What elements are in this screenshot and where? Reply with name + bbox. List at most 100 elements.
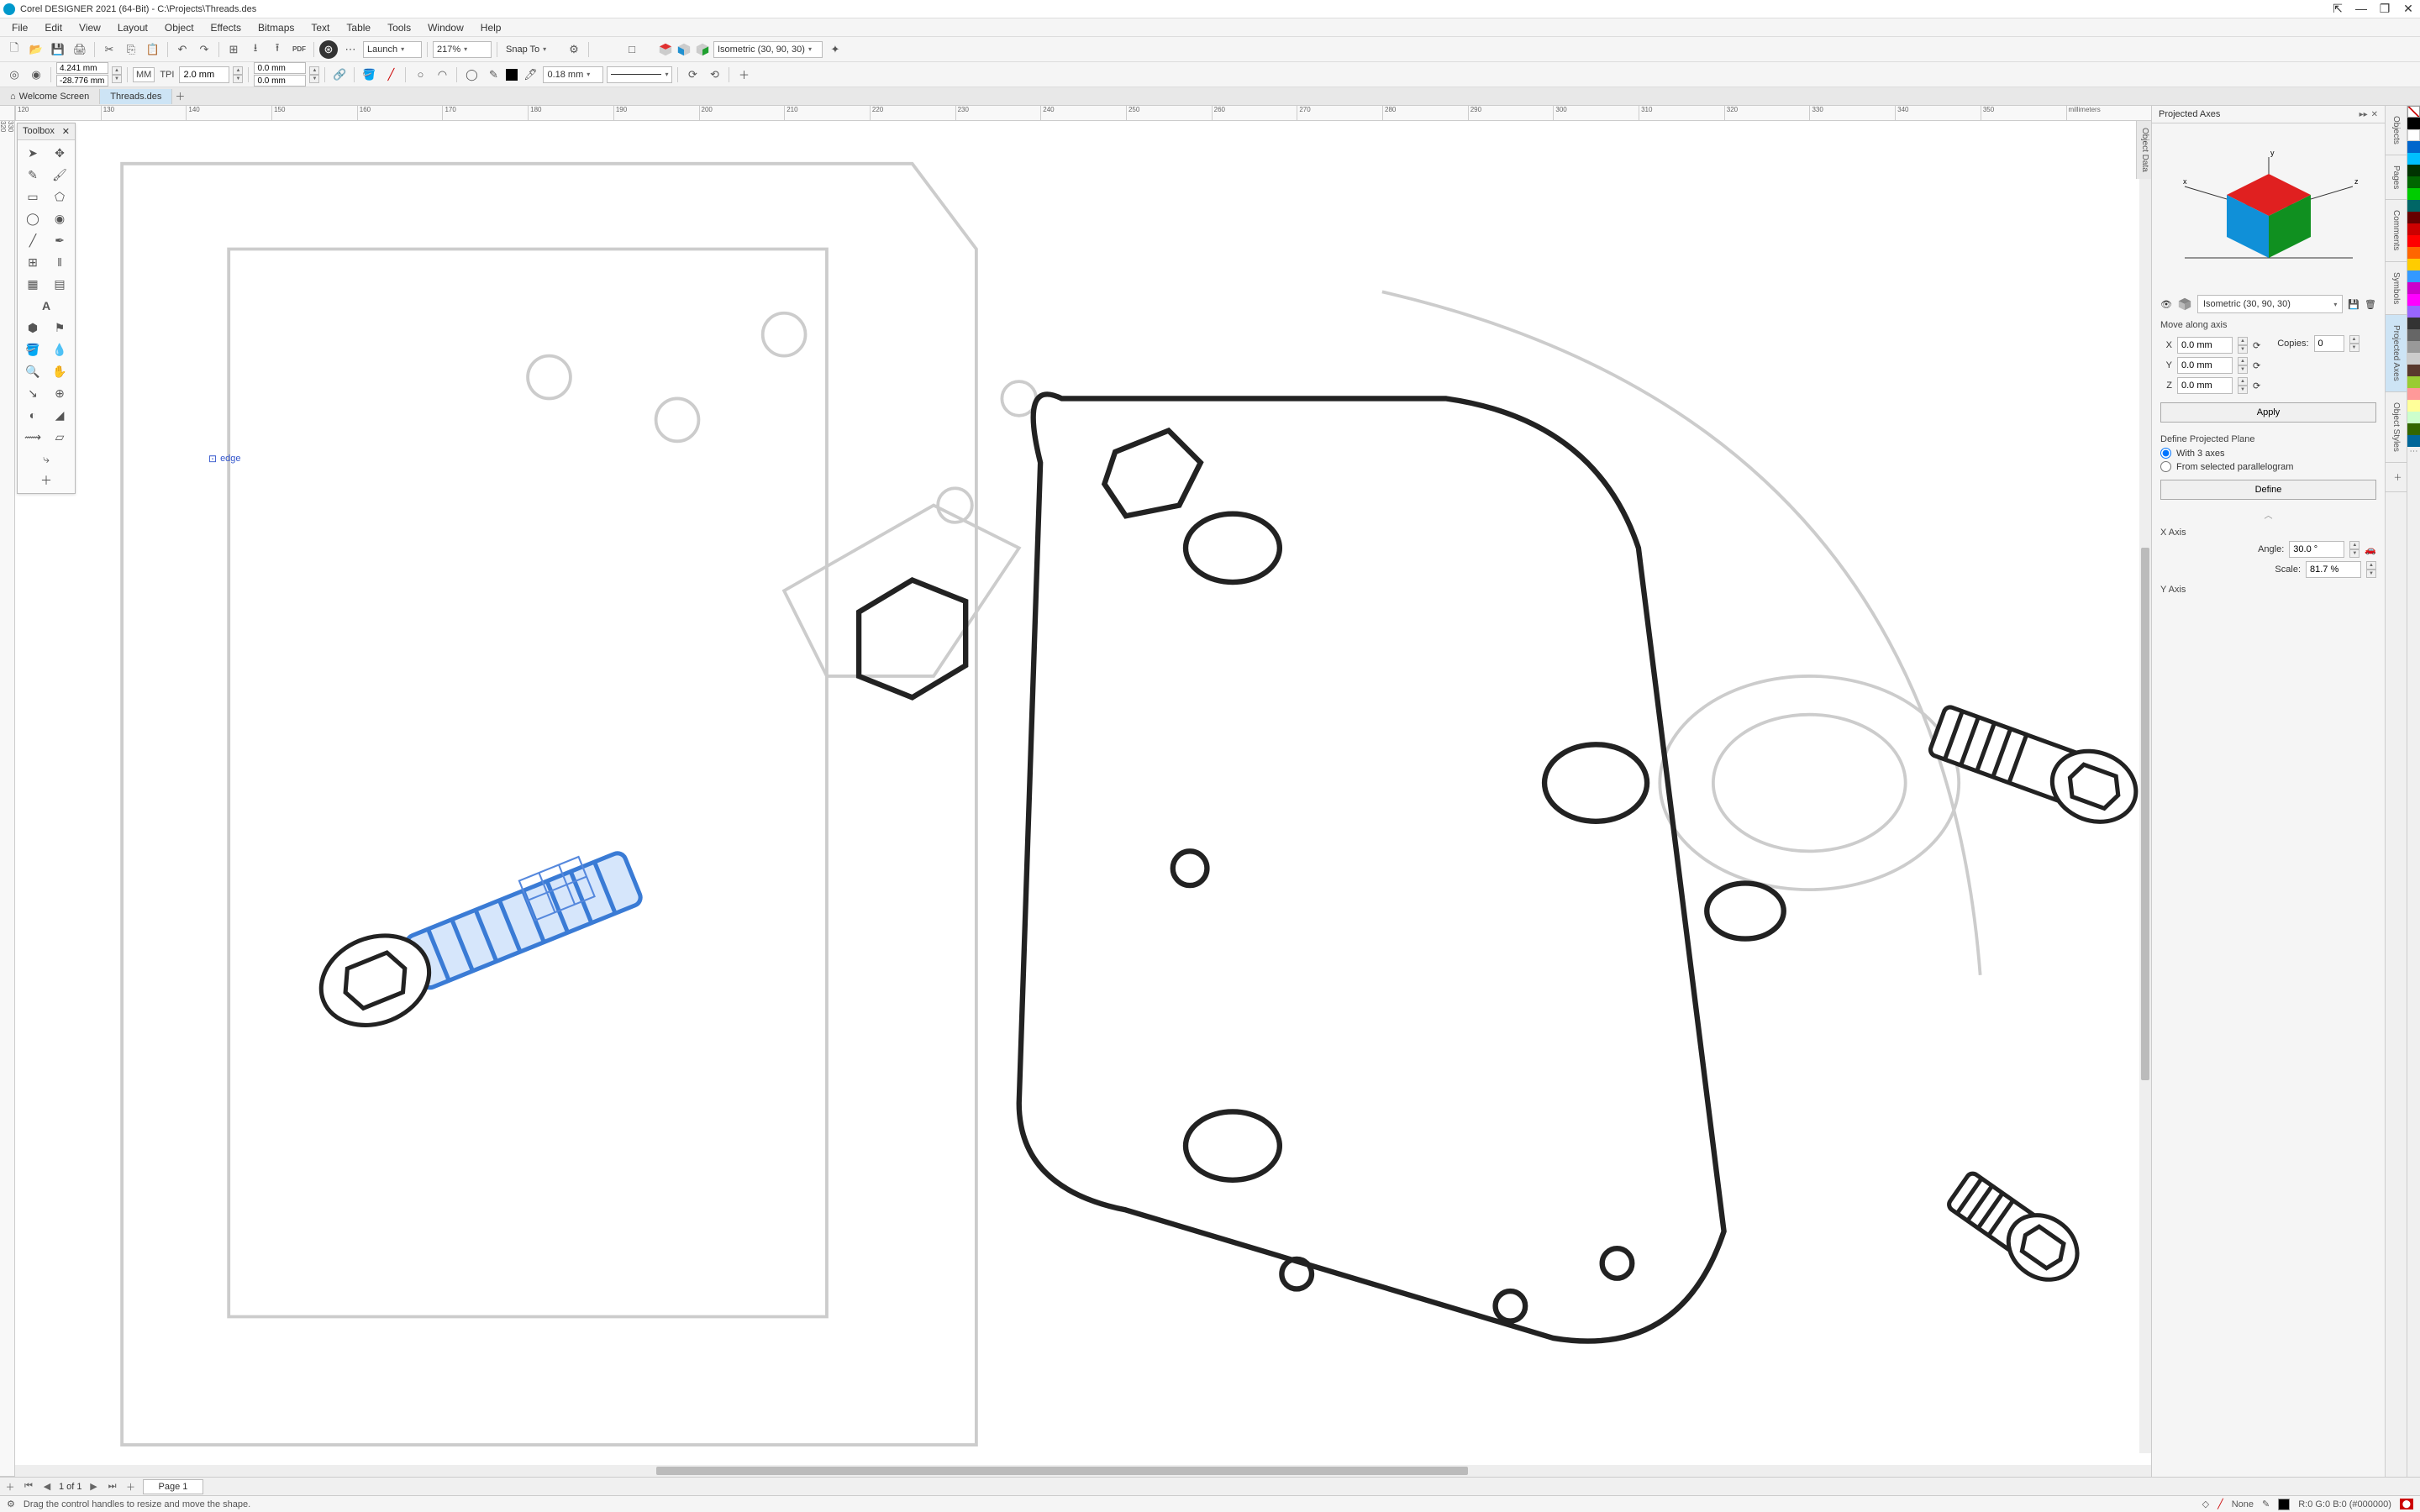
x-angle-input[interactable] xyxy=(2289,541,2344,558)
reset-x-icon[interactable]: ⟳ xyxy=(2253,340,2260,351)
color-swatch[interactable] xyxy=(2407,294,2420,306)
snap-combo[interactable]: Snap To xyxy=(502,41,561,58)
line-tool[interactable]: ╱ xyxy=(20,230,45,250)
thread-tool-icon[interactable]: ◎ xyxy=(5,66,24,84)
tab-welcome[interactable]: ⌂Welcome Screen xyxy=(0,89,100,104)
color-swatch[interactable] xyxy=(2407,376,2420,388)
color-swatch[interactable] xyxy=(2407,235,2420,247)
color-swatch[interactable] xyxy=(2407,259,2420,270)
scrollbar-vertical[interactable] xyxy=(2139,121,2151,1453)
tab-current-file[interactable]: Threads.des xyxy=(100,89,172,104)
table-tool[interactable]: ▦ xyxy=(20,274,45,294)
paste-button[interactable]: 📋 xyxy=(144,40,162,59)
menu-text[interactable]: Text xyxy=(304,20,336,35)
fill-tool[interactable]: 🪣 xyxy=(20,339,45,360)
color-swatch[interactable] xyxy=(2407,176,2420,188)
thread-tool2-icon[interactable]: ◉ xyxy=(27,66,45,84)
menu-edit[interactable]: Edit xyxy=(38,20,69,35)
toolbox-close-icon[interactable]: ✕ xyxy=(62,126,70,137)
page-add2-icon[interactable]: ＋ xyxy=(124,1480,138,1494)
page-add-icon[interactable]: ＋ xyxy=(3,1480,17,1494)
canvas[interactable]: edge Object Data xyxy=(15,121,2151,1465)
width-input[interactable] xyxy=(254,62,306,74)
docker-tab-pages[interactable]: Pages xyxy=(2386,155,2407,200)
color-swatch[interactable] xyxy=(2407,306,2420,318)
color-swatch[interactable] xyxy=(2407,353,2420,365)
text-tool[interactable]: A xyxy=(20,296,72,316)
y-coord-input[interactable] xyxy=(56,75,108,87)
move-z-input[interactable] xyxy=(2177,377,2233,394)
color-swatch[interactable] xyxy=(2407,165,2420,176)
open-button[interactable]: 📂 xyxy=(27,40,45,59)
color-swatch[interactable] xyxy=(2407,118,2420,129)
color-swatch[interactable] xyxy=(2407,329,2420,341)
undo-button[interactable]: ↶ xyxy=(173,40,192,59)
color-swatch[interactable] xyxy=(2407,412,2420,423)
color-swatch[interactable] xyxy=(2407,400,2420,412)
blend-tool[interactable]: ⟿ xyxy=(20,427,45,447)
color-swatch[interactable] xyxy=(2407,141,2420,153)
zoom-combo[interactable]: 217% xyxy=(433,41,492,58)
eye-icon[interactable]: 👁 xyxy=(2160,299,2172,310)
projection-combo[interactable]: Isometric (30, 90, 30) xyxy=(713,41,823,58)
no-fill-icon[interactable]: ╱ xyxy=(381,66,400,84)
corel-badge-icon[interactable]: ⬤ xyxy=(2400,1499,2413,1509)
menu-bitmaps[interactable]: Bitmaps xyxy=(251,20,301,35)
shape-tool[interactable]: ✥ xyxy=(47,143,72,163)
tpi-input[interactable] xyxy=(179,66,229,83)
share-icon[interactable]: ⇱ xyxy=(2329,2,2346,16)
more-icon[interactable]: ⋯ xyxy=(341,40,360,59)
parallel-dim-tool[interactable]: ‖ xyxy=(47,252,72,272)
fill-indicator-icon[interactable]: ◇ xyxy=(2202,1499,2209,1509)
pen-tool[interactable]: ✒ xyxy=(47,230,72,250)
color-swatch[interactable] xyxy=(2407,247,2420,259)
color-swatch[interactable] xyxy=(2407,188,2420,200)
color-swatch[interactable] xyxy=(2407,282,2420,294)
save-button[interactable]: 💾 xyxy=(49,40,67,59)
reset-y-icon[interactable]: ⟳ xyxy=(2253,360,2260,371)
docker-close-icon[interactable]: ✕ xyxy=(2371,110,2378,119)
color-swatch[interactable] xyxy=(2407,270,2420,282)
save-preset-icon[interactable]: 💾 xyxy=(2348,299,2360,310)
color-swatch-current[interactable] xyxy=(506,69,518,81)
docker-collapse-icon[interactable]: ▸▸ xyxy=(2360,110,2368,119)
anchor-tool[interactable]: ⊕ xyxy=(47,383,72,403)
line-style-combo[interactable] xyxy=(607,66,672,83)
apply-button[interactable]: Apply xyxy=(2160,402,2376,423)
fill-icon[interactable]: 🪣 xyxy=(360,66,378,84)
color-swatch[interactable] xyxy=(2407,212,2420,223)
menu-window[interactable]: Window xyxy=(421,20,471,35)
color-swatch[interactable] xyxy=(2407,341,2420,353)
knife-tool[interactable]: 🖌 xyxy=(47,165,72,185)
add-tool[interactable]: ＋ xyxy=(20,470,72,491)
cube-blue-icon[interactable] xyxy=(676,42,692,57)
object-data-tab[interactable]: Object Data xyxy=(2136,121,2151,179)
ellipse-tool[interactable]: ◯ xyxy=(20,208,45,228)
radio-with-3-axes[interactable]: With 3 axes xyxy=(2160,448,2376,459)
move-y-input[interactable] xyxy=(2177,357,2233,374)
copy-button[interactable]: ⎘ xyxy=(122,40,140,59)
copies-input[interactable] xyxy=(2314,335,2344,352)
close-button[interactable]: ✕ xyxy=(2400,2,2417,16)
halo-icon[interactable]: ◯ xyxy=(462,66,481,84)
export-button[interactable]: ⭱ xyxy=(268,40,287,59)
gear-icon[interactable]: ⚙ xyxy=(7,1499,15,1509)
rectangle-tool[interactable]: ▭ xyxy=(20,186,45,207)
outline-pen-icon[interactable]: 🖊 xyxy=(521,66,539,84)
outline-width-combo[interactable]: 0.18 mm xyxy=(543,66,603,83)
cube-red-icon[interactable] xyxy=(658,42,673,57)
crop-tool[interactable]: ✎ xyxy=(20,165,45,185)
project-icon[interactable]: ⟲ xyxy=(705,66,723,84)
pan-tool[interactable]: ✋ xyxy=(47,361,72,381)
page-last-icon[interactable]: ⏭ xyxy=(106,1481,119,1492)
axes-tool-icon[interactable]: ✦ xyxy=(826,40,844,59)
page-tab[interactable]: Page 1 xyxy=(143,1479,204,1494)
menu-view[interactable]: View xyxy=(72,20,108,35)
preset-dropdown[interactable]: Isometric (30, 90, 30) xyxy=(2197,295,2343,313)
graph-tool[interactable]: ▤ xyxy=(47,274,72,294)
pdf-button[interactable]: PDF xyxy=(290,40,308,59)
maximize-button[interactable]: ❐ xyxy=(2376,2,2393,16)
no-color-swatch[interactable] xyxy=(2407,106,2420,118)
polygon-tool[interactable]: ⬠ xyxy=(47,186,72,207)
import-button[interactable]: ⭳ xyxy=(246,40,265,59)
